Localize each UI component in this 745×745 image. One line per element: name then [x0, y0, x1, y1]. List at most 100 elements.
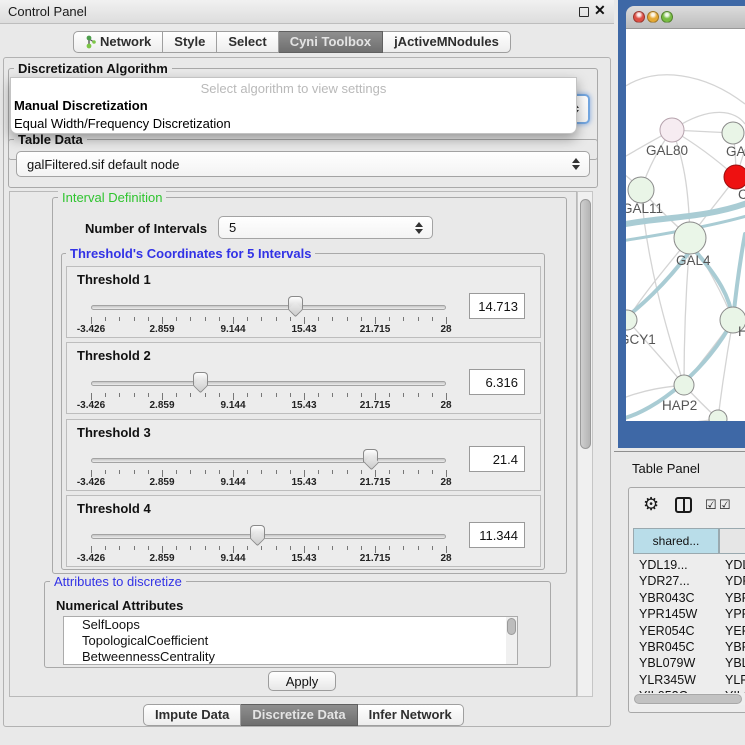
tab-infer-network[interactable]: Infer Network	[358, 704, 464, 726]
table-cell[interactable]: YDR2	[725, 574, 745, 588]
slider-tick	[205, 470, 206, 474]
network-node[interactable]	[674, 375, 694, 395]
slider-tick	[119, 393, 120, 397]
column-header-shared-[interactable]: shared...	[633, 528, 719, 554]
vertical-scrollbar[interactable]	[577, 191, 593, 697]
gear-icon[interactable]: ⚙	[643, 494, 659, 515]
column-header-name[interactable]: name	[719, 528, 745, 554]
table-cell[interactable]: YER054C	[639, 624, 695, 638]
slider-tick	[219, 470, 220, 474]
discretization-algorithm-label: Discretization Algorithm	[14, 61, 172, 76]
table-cell[interactable]: YER0	[725, 624, 745, 638]
slider-tick	[446, 393, 447, 400]
table-cell[interactable]: YBR0	[725, 640, 745, 654]
table-data-combobox[interactable]: galFiltered.sif default node	[16, 151, 590, 177]
network-node[interactable]	[628, 177, 654, 203]
scrollbar-thumb[interactable]	[634, 694, 742, 704]
table-cell[interactable]: YLR345W	[639, 673, 696, 687]
tab-impute-data[interactable]: Impute Data	[143, 704, 241, 726]
network-node[interactable]	[660, 118, 684, 142]
slider-tick-label: 28	[440, 400, 451, 411]
network-view-window: GAL80GALCGAL11GAL4GCY1HHAP2	[618, 0, 745, 448]
slider-tick	[261, 546, 262, 550]
tab-label: Cyni Toolbox	[290, 32, 371, 52]
checkbox-checked-icon[interactable]: ☑	[705, 497, 717, 513]
slider-tick	[361, 470, 362, 474]
slider-tick	[148, 317, 149, 321]
slider-tick	[361, 546, 362, 550]
split-columns-icon[interactable]	[675, 497, 692, 513]
slider-track[interactable]	[91, 534, 446, 539]
network-node[interactable]	[724, 165, 745, 189]
popup-option-manual-discretization[interactable]: Manual Discretization	[11, 96, 576, 114]
apply-button[interactable]: Apply	[268, 671, 336, 691]
table-cell[interactable]: YPR1	[725, 607, 745, 621]
table-cell[interactable]: YDL1	[725, 558, 745, 572]
numerical-attributes-list[interactable]: SelfLoopsTopologicalCoefficientBetweenne…	[63, 616, 518, 665]
slider-track[interactable]	[91, 458, 446, 463]
tab-discretize-data[interactable]: Discretize Data	[241, 704, 357, 726]
network-node[interactable]	[722, 122, 744, 144]
tab-label: Style	[174, 32, 205, 52]
threshold-value-field[interactable]: 21.4	[469, 446, 525, 472]
network-node[interactable]	[626, 310, 637, 330]
table-cell[interactable]: YLR3	[725, 673, 745, 687]
mac-minimize-icon[interactable]	[647, 11, 659, 23]
slider-tick	[318, 546, 319, 550]
attribute-list-item[interactable]: TopologicalCoefficient	[64, 633, 517, 649]
float-icon[interactable]	[579, 7, 589, 17]
tab-style[interactable]: Style	[163, 31, 217, 53]
threshold-label: Threshold 4	[77, 501, 151, 516]
table-cell[interactable]: YBR0	[725, 591, 745, 605]
popup-placeholder: Select algorithm to view settings	[11, 78, 576, 96]
table-cell[interactable]: YDL19...	[639, 558, 688, 572]
table-cell[interactable]: YBR045C	[639, 640, 695, 654]
threshold-value-field[interactable]: 11.344	[469, 522, 525, 548]
slider-tick	[91, 317, 92, 324]
threshold-value-field[interactable]: 14.713	[469, 293, 525, 319]
network-window-titlebar[interactable]	[626, 6, 745, 29]
slider-track[interactable]	[91, 381, 446, 386]
tab-jactivemnodules[interactable]: jActiveMNodules	[383, 31, 511, 53]
tab-select[interactable]: Select	[217, 31, 278, 53]
close-icon[interactable]: ✕	[594, 2, 606, 19]
table-horizontal-scrollbar[interactable]	[632, 693, 745, 705]
slider-tick-label: 2.859	[149, 553, 174, 564]
slider-tick	[290, 470, 291, 474]
attribute-list-item[interactable]: SelfLoops	[64, 617, 517, 633]
table-cell[interactable]: YPR145W	[639, 607, 697, 621]
table-cell[interactable]: YBL079W	[639, 656, 695, 670]
attribute-list-item[interactable]: BetweennessCentrality	[64, 649, 517, 665]
slider-tick	[403, 470, 404, 474]
table-cell[interactable]: YBR043C	[639, 591, 695, 605]
threshold-value-field[interactable]: 6.316	[469, 369, 525, 395]
attributes-list-scrollbar[interactable]	[506, 617, 517, 664]
number-of-intervals-label: Number of Intervals	[85, 221, 207, 236]
slider-handle[interactable]	[250, 525, 265, 538]
scrollbar-thumb[interactable]	[580, 199, 591, 449]
slider-handle[interactable]	[363, 449, 378, 462]
network-node[interactable]	[709, 410, 727, 421]
slider-tick	[290, 546, 291, 550]
network-node[interactable]	[674, 222, 706, 254]
slider-tick	[219, 393, 220, 397]
scrollbar-thumb[interactable]	[507, 618, 516, 635]
tab-cyni-toolbox[interactable]: Cyni Toolbox	[279, 31, 383, 53]
popup-option-equal-width-frequency[interactable]: Equal Width/Frequency Discretization	[11, 114, 576, 132]
slider-handle[interactable]	[193, 372, 208, 385]
checkbox-checked-icon[interactable]: ☑	[719, 497, 731, 513]
tab-label: Discretize Data	[252, 705, 345, 725]
slider-tick	[375, 546, 376, 553]
node-label: H	[738, 324, 745, 339]
table-cell[interactable]: YDR27...	[639, 574, 690, 588]
number-of-intervals-combobox[interactable]: 5	[218, 216, 433, 239]
mac-close-icon[interactable]	[633, 11, 645, 23]
slider-track[interactable]	[91, 305, 446, 310]
threshold-label: Threshold 1	[77, 272, 151, 287]
network-canvas[interactable]: GAL80GALCGAL11GAL4GCY1HHAP2	[626, 29, 745, 421]
mac-zoom-icon[interactable]	[661, 11, 673, 23]
table-cell[interactable]: YBL0	[725, 656, 745, 670]
tab-network[interactable]: Network	[73, 31, 163, 53]
slider-handle[interactable]	[288, 296, 303, 309]
threshold-label: Threshold 3	[77, 425, 151, 440]
